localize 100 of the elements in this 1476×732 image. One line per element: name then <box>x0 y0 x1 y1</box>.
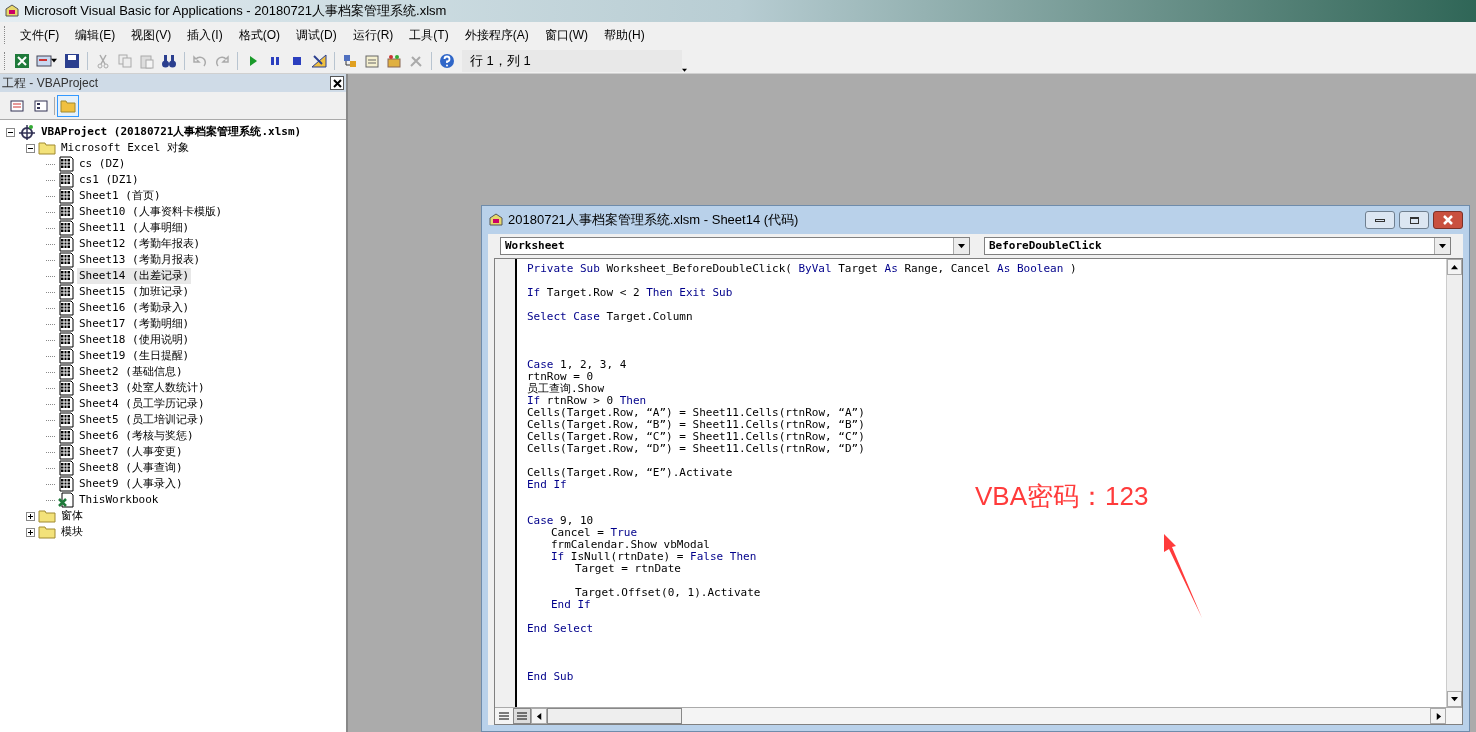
sheet-icon <box>58 444 74 460</box>
maximize-button[interactable] <box>1399 211 1429 229</box>
tree-item[interactable]: Sheet15 (加班记录) <box>77 283 192 301</box>
close-button[interactable] <box>1433 211 1463 229</box>
sheet-icon <box>58 188 74 204</box>
expand-toggle[interactable] <box>26 511 35 521</box>
tree-item[interactable]: Sheet4 (员工学历记录) <box>77 395 207 413</box>
menu-item[interactable]: 插入(I) <box>180 26 230 44</box>
sheet-icon <box>58 220 74 236</box>
tree-item[interactable]: Sheet1 (首页) <box>77 187 163 205</box>
horizontal-scroll-thumb[interactable] <box>547 708 682 724</box>
sheet-icon <box>58 252 74 268</box>
tree-item[interactable]: Sheet9 (人事录入) <box>77 475 185 493</box>
tree-item[interactable]: 模块 <box>59 523 85 541</box>
code-editor[interactable] <box>517 259 1446 707</box>
toolbar-options-icon[interactable] <box>682 68 687 73</box>
menu-item[interactable]: 窗口(W) <box>537 26 595 44</box>
caret-icon[interactable] <box>958 242 965 250</box>
code-line: frmCalendar.Show vbModal <box>550 539 711 551</box>
workbook-icon <box>58 492 74 508</box>
menu-item[interactable]: 格式(O) <box>231 26 287 44</box>
code-line: End Sub <box>527 671 575 683</box>
scroll-right-icon[interactable] <box>1434 712 1442 720</box>
tree-item[interactable]: VBAProject (20180721人事档案管理系统.xlsm) <box>39 123 304 141</box>
menu-item[interactable]: 工具(T) <box>402 26 456 44</box>
tree-item[interactable]: cs (DZ) <box>77 155 128 173</box>
code-line: Cells(Target.Row, “C”) = Sheet11.Cells(rtnRow, “C”) <box>527 431 866 443</box>
sheet-icon <box>58 332 74 348</box>
sheet-icon <box>58 476 74 492</box>
code-window-icon <box>488 212 504 228</box>
tree-item[interactable]: Sheet19 (生日提醒) <box>77 347 192 365</box>
tree-item[interactable]: Sheet10 (人事资料卡模版) <box>77 203 225 221</box>
panel-title: 工程 - VBAProject <box>2 75 100 92</box>
tree-item[interactable]: Sheet17 (考勤明细) <box>77 315 192 333</box>
code-line: Case 1, 2, 3, 4 <box>527 359 628 371</box>
window-title: Microsoft Visual Basic for Applications - 20180721人事档案管理系统.xlsm <box>24 2 447 21</box>
tree-item[interactable]: ThisWorkbook <box>77 491 161 509</box>
code-line: If IsNull(rtnDate) = False Then <box>550 551 758 563</box>
caret-icon[interactable] <box>1439 242 1446 250</box>
menu-item[interactable]: 外接程序(A) <box>457 26 536 44</box>
menu-item[interactable]: 文件(F) <box>13 26 67 44</box>
tree-item[interactable]: Sheet8 (人事查询) <box>77 459 185 477</box>
sheet-icon <box>58 428 74 444</box>
code-line: End If <box>527 479 568 491</box>
full-module-view-icon[interactable] <box>517 711 527 721</box>
procedure-view-icon[interactable] <box>499 711 509 721</box>
tree-item[interactable]: Sheet6 (考核与奖惩) <box>77 427 196 445</box>
code-line: Cancel = True <box>550 527 639 539</box>
tree-item[interactable]: Sheet14 (出差记录) <box>77 267 192 285</box>
code-line: Case 9, 10 <box>527 515 595 527</box>
tree-item[interactable]: Sheet16 (考勤录入) <box>77 299 192 317</box>
code-line: Target = rtnDate <box>574 563 682 575</box>
sheet-icon <box>58 236 74 252</box>
sheet-icon <box>58 156 74 172</box>
menu-item[interactable]: 编辑(E) <box>68 26 123 44</box>
sheet-icon <box>58 348 74 364</box>
sheet-icon <box>58 204 74 220</box>
code-line: rtnRow = 0 <box>527 371 595 383</box>
tree-item[interactable]: Sheet5 (员工培训记录) <box>77 411 207 429</box>
toggle-folders-icon[interactable] <box>57 94 79 117</box>
tree-item[interactable]: Sheet3 (处室人数统计) <box>77 379 207 397</box>
code-line: Select Case Target.Column <box>527 311 694 323</box>
tree-item[interactable]: Microsoft Excel 对象 <box>59 139 191 157</box>
procedure-dropdown[interactable]: BeforeDoubleClick <box>984 237 1451 255</box>
object-dropdown[interactable]: Worksheet <box>500 237 970 255</box>
tree-item[interactable]: Sheet12 (考勤年报表) <box>77 235 203 253</box>
sheet-icon <box>58 284 74 300</box>
folder-icon <box>38 509 56 523</box>
menu-item[interactable]: 运行(R) <box>345 26 401 44</box>
vertical-scrollbar[interactable] <box>1446 259 1462 707</box>
minimize-button[interactable] <box>1365 211 1395 229</box>
folder-icon <box>38 525 56 539</box>
menu-item[interactable]: 视图(V) <box>124 26 179 44</box>
sheet-icon <box>58 396 74 412</box>
tree-item[interactable]: Sheet2 (基础信息) <box>77 363 185 381</box>
expand-toggle[interactable] <box>26 527 35 537</box>
scroll-left-icon[interactable] <box>535 712 543 720</box>
annotation-text: VBA密码：123 <box>975 480 1149 513</box>
menu-item[interactable]: 调试(D) <box>289 26 344 44</box>
tree-item[interactable]: cs1 (DZ1) <box>77 171 141 189</box>
tree-item[interactable]: 窗体 <box>59 507 85 525</box>
scroll-up-icon[interactable] <box>1451 263 1458 271</box>
code-line: If rtnRow > 0 Then <box>527 395 648 407</box>
menu-item[interactable]: 帮助(H) <box>597 26 652 44</box>
cursor-position: 行 1，列 1 <box>462 49 682 72</box>
sheet-icon <box>58 268 74 284</box>
collapse-toggle[interactable] <box>6 127 15 137</box>
code-line: Cells(Target.Row, “D”) = Sheet11.Cells(rtnRow, “D”) <box>527 443 866 455</box>
code-line: Cells(Target.Row, “B”) = Sheet11.Cells(rtnRow, “B”) <box>527 419 866 431</box>
app-icon <box>4 3 20 19</box>
tree-item[interactable]: Sheet13 (考勤月报表) <box>77 251 203 269</box>
tree-item[interactable]: Sheet7 (人事变更) <box>77 443 185 461</box>
tree-item[interactable]: Sheet18 (使用说明) <box>77 331 192 349</box>
scroll-down-icon[interactable] <box>1451 695 1458 703</box>
code-line: If Target.Row < 2 Then Exit Sub <box>527 287 734 299</box>
code-window-title: 20180721人事档案管理系统.xlsm - Sheet14 (代码) <box>508 211 799 230</box>
tree-item[interactable]: Sheet11 (人事明细) <box>77 219 192 237</box>
code-line: 员工查询.Show <box>527 383 606 395</box>
collapse-toggle[interactable] <box>26 143 35 153</box>
code-line: Target.Offset(0, 1).Activate <box>574 587 762 599</box>
